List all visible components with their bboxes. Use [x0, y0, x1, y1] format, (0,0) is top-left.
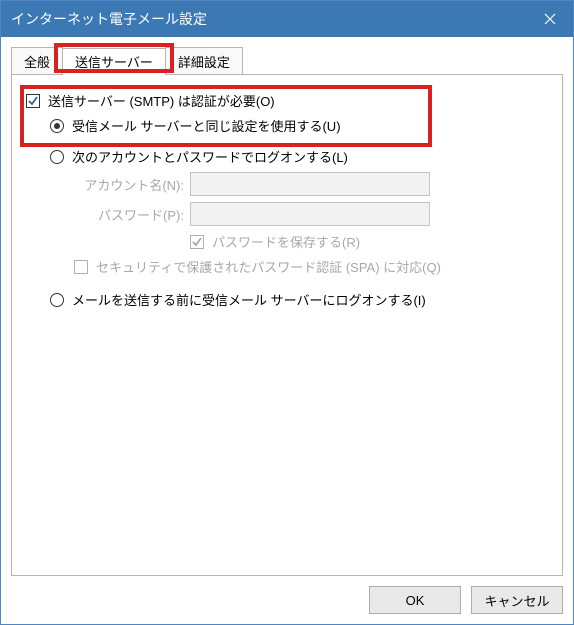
label-logon-with: 次のアカウントとパスワードでログオンする(L) — [72, 147, 348, 166]
field-account: アカウント名(N): — [26, 172, 548, 196]
content-area: 全般 送信サーバー 詳細設定 送信サーバー (SMTP) は認証が必要(O) 受… — [1, 37, 573, 576]
button-bar: OK キャンセル — [1, 576, 573, 624]
radio-same-as-incoming[interactable] — [50, 119, 64, 133]
row-remember-password: パスワードを保存する(R) — [26, 232, 548, 251]
checkmark-icon — [191, 236, 203, 248]
checkbox-spa — [74, 260, 88, 274]
row-auth-required: 送信サーバー (SMTP) は認証が必要(O) — [26, 91, 548, 110]
radio-logon-with[interactable] — [50, 150, 64, 164]
label-account: アカウント名(N): — [74, 175, 190, 194]
label-logon-before-send: メールを送信する前に受信メール サーバーにログオンする(I) — [72, 290, 426, 309]
email-settings-dialog: インターネット電子メール設定 全般 送信サーバー 詳細設定 送信サーバー (SM… — [0, 0, 574, 625]
tab-panel-outgoing: 送信サーバー (SMTP) は認証が必要(O) 受信メール サーバーと同じ設定を… — [11, 74, 563, 576]
label-same-as-incoming: 受信メール サーバーと同じ設定を使用する(U) — [72, 116, 341, 135]
input-account — [190, 172, 430, 196]
logon-subform: アカウント名(N): パスワード(P): パスワードを保存する(R) セキ — [26, 172, 548, 276]
checkmark-icon — [27, 95, 39, 107]
row-same-as-incoming: 受信メール サーバーと同じ設定を使用する(U) — [26, 116, 548, 135]
row-spa: セキュリティで保護されたパスワード認証 (SPA) に対応(Q) — [26, 257, 548, 276]
row-logon-before-send: メールを送信する前に受信メール サーバーにログオンする(I) — [26, 290, 548, 309]
tab-advanced[interactable]: 詳細設定 — [165, 47, 243, 74]
close-button[interactable] — [527, 1, 573, 37]
tab-outgoing-server[interactable]: 送信サーバー — [62, 48, 166, 75]
label-spa: セキュリティで保護されたパスワード認証 (SPA) に対応(Q) — [96, 257, 441, 276]
tab-strip: 全般 送信サーバー 詳細設定 — [11, 47, 563, 74]
label-auth-required: 送信サーバー (SMTP) は認証が必要(O) — [48, 91, 275, 110]
checkbox-remember-password — [190, 235, 204, 249]
input-password — [190, 202, 430, 226]
radio-logon-before-send[interactable] — [50, 293, 64, 307]
close-icon — [544, 13, 556, 25]
checkbox-auth-required[interactable] — [26, 94, 40, 108]
cancel-button[interactable]: キャンセル — [471, 586, 563, 614]
window-title: インターネット電子メール設定 — [11, 9, 527, 29]
label-password: パスワード(P): — [74, 205, 190, 224]
row-logon-with: 次のアカウントとパスワードでログオンする(L) — [26, 147, 548, 166]
ok-button[interactable]: OK — [369, 586, 461, 614]
titlebar: インターネット電子メール設定 — [1, 1, 573, 37]
label-remember-password: パスワードを保存する(R) — [212, 232, 360, 251]
field-password: パスワード(P): — [26, 202, 548, 226]
tab-general[interactable]: 全般 — [11, 47, 63, 74]
